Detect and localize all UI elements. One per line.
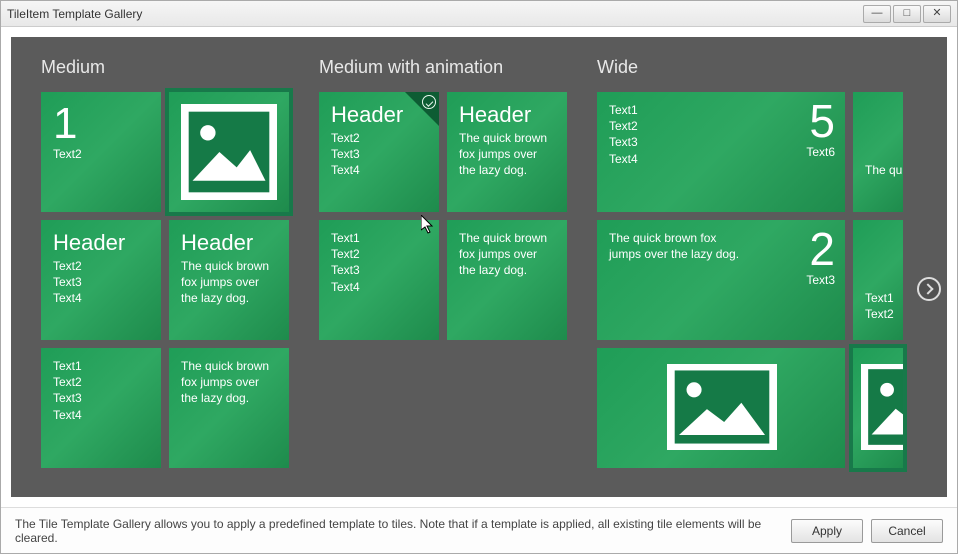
check-icon	[422, 95, 436, 109]
tile-medium-5[interactable]: Text1 Text2 Text3 Text4	[41, 348, 161, 468]
tile-wide-3-image[interactable]	[597, 348, 845, 468]
tile-medium-1[interactable]: 1 Text2	[41, 92, 161, 212]
section-wide: Wide Text1 Text2 Text3 Text4 5 Text6	[597, 57, 903, 477]
tile-body: The quick brown fox jumps over the lazy …	[865, 162, 891, 178]
tile-line: Text2	[331, 246, 427, 262]
tile-big-number: 1	[53, 102, 149, 146]
tile-line: Text2	[609, 118, 833, 134]
tile-anim-3[interactable]: Text1 Text2 Text3 Text4	[319, 220, 439, 340]
tile-body: The quick brown fox jumps over the lazy …	[181, 258, 277, 307]
window-buttons: — □ ✕	[861, 5, 951, 23]
tile-wide-2b[interactable]: Text1 Text2	[853, 220, 903, 340]
content: Medium 1 Text2	[1, 27, 957, 507]
tile-header: Header	[181, 230, 277, 256]
tile-line: Text4	[53, 407, 149, 423]
tile-body: The quick brown fox jumps over the lazy …	[459, 230, 555, 279]
tile-medium-2-image[interactable]	[169, 92, 289, 212]
image-icon	[861, 364, 903, 450]
tile-wide-3b-image[interactable]	[853, 348, 903, 468]
tile-anim-2[interactable]: Header The quick brown fox jumps over th…	[447, 92, 567, 212]
tile-big-number: 5	[806, 98, 835, 144]
tile-subtext: Text6	[806, 144, 835, 160]
tile-line: Text1	[609, 102, 833, 118]
tile-anim-1[interactable]: Header Text2 Text3 Text4	[319, 92, 439, 212]
footer-message: The Tile Template Gallery allows you to …	[15, 517, 783, 545]
section-medium: Medium 1 Text2	[41, 57, 289, 477]
section-anim: Medium with animation Header Text2 Text3…	[319, 57, 567, 477]
section-title-medium: Medium	[41, 57, 289, 78]
tile-body: The quick brown fox jumps over the lazy …	[459, 130, 555, 179]
gallery: Medium 1 Text2	[11, 37, 947, 497]
tile-anim-4[interactable]: The quick brown fox jumps over the lazy …	[447, 220, 567, 340]
tile-body: The quick brown fox jumps over the lazy …	[181, 358, 277, 407]
tile-line: Text3	[331, 262, 427, 278]
tile-line: Text2	[331, 130, 427, 146]
tile-body: The quick brown fox jumps over the lazy …	[609, 230, 749, 262]
footer: The Tile Template Gallery allows you to …	[1, 507, 957, 553]
scroll-right-button[interactable]	[917, 277, 941, 301]
tile-line: Text1	[53, 358, 149, 374]
tile-line: Text1	[865, 290, 891, 306]
tile-line: Text4	[331, 162, 427, 178]
window-title: TileItem Template Gallery	[7, 7, 861, 21]
cancel-button[interactable]: Cancel	[871, 519, 943, 543]
tile-medium-4[interactable]: Header The quick brown fox jumps over th…	[169, 220, 289, 340]
tile-line: Text2	[865, 306, 891, 322]
section-title-anim: Medium with animation	[319, 57, 567, 78]
tile-line: Text3	[609, 134, 833, 150]
tile-header: Header	[53, 230, 149, 256]
tile-line: Text3	[53, 390, 149, 406]
section-title-wide: Wide	[597, 57, 903, 78]
tile-line: Text4	[53, 290, 149, 306]
tile-subtext: Text2	[53, 146, 149, 162]
tile-line: Text2	[53, 374, 149, 390]
tile-line: Text1	[331, 230, 427, 246]
tile-medium-3[interactable]: Header Text2 Text3 Text4	[41, 220, 161, 340]
titlebar: TileItem Template Gallery — □ ✕	[1, 1, 957, 27]
maximize-button[interactable]: □	[893, 5, 921, 23]
apply-button[interactable]: Apply	[791, 519, 863, 543]
tile-wide-2[interactable]: The quick brown fox jumps over the lazy …	[597, 220, 845, 340]
tile-line: Text3	[331, 146, 427, 162]
window: TileItem Template Gallery — □ ✕ Medium 1…	[0, 0, 958, 554]
tile-wide-1b[interactable]: The quick brown fox jumps over the lazy …	[853, 92, 903, 212]
tile-line: Text2	[53, 258, 149, 274]
tile-subtext: Text3	[806, 272, 835, 288]
tile-medium-6[interactable]: The quick brown fox jumps over the lazy …	[169, 348, 289, 468]
tile-big-number: 2	[806, 226, 835, 272]
tile-line: Text3	[53, 274, 149, 290]
tile-wide-1[interactable]: Text1 Text2 Text3 Text4 5 Text6	[597, 92, 845, 212]
tile-line: Text4	[331, 279, 427, 295]
minimize-button[interactable]: —	[863, 5, 891, 23]
tile-header: Header	[459, 102, 555, 128]
close-button[interactable]: ✕	[923, 5, 951, 23]
image-icon	[181, 104, 277, 200]
image-icon	[667, 364, 777, 450]
tile-line: Text4	[609, 151, 833, 167]
